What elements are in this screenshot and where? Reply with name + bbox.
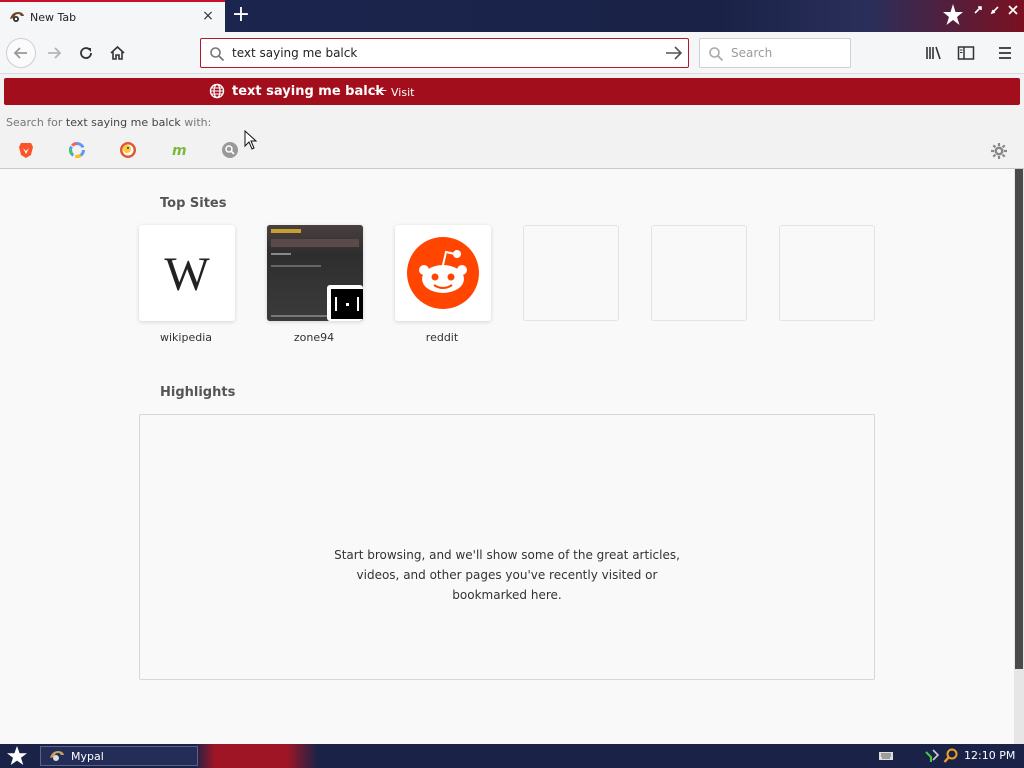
top-site-label: zone94: [293, 331, 335, 344]
home-icon: [109, 45, 125, 60]
mypal-favicon-icon: [9, 9, 25, 25]
taskbar-item-mypal[interactable]: Mypal: [40, 746, 198, 766]
taskbar-item-label: Mypal: [71, 749, 104, 763]
highlights-empty-state: Start browsing, and we'll show some of t…: [139, 414, 875, 680]
scrollbar-thumb[interactable]: [1015, 169, 1023, 669]
back-button[interactable]: [6, 38, 36, 68]
navigation-toolbar: [0, 32, 1024, 74]
search-settings-gear-icon[interactable]: [989, 141, 1009, 161]
library-button[interactable]: [922, 41, 946, 65]
url-autocomplete-popup: text saying me balck — Visit Search for …: [0, 74, 1024, 169]
go-arrow-icon[interactable]: [664, 44, 684, 62]
search-for-query: text saying me balck: [65, 116, 181, 129]
mojeek-icon[interactable]: m: [169, 140, 189, 160]
suggestion-row-selected[interactable]: text saying me balck — Visit: [4, 78, 1020, 105]
reload-button[interactable]: [72, 39, 100, 67]
reload-icon: [80, 47, 92, 59]
highlights-title: Highlights: [160, 385, 236, 400]
minimize-icon[interactable]: [971, 4, 985, 18]
keyboard-icon[interactable]: [878, 748, 894, 764]
search-tray-icon[interactable]: [943, 748, 959, 764]
maximize-icon[interactable]: [988, 4, 1002, 18]
top-site-tile-empty[interactable]: [651, 225, 747, 321]
tab-strip: New Tab × +: [0, 0, 1024, 32]
system-clock: 12:10 PM: [964, 749, 1016, 762]
svg-text:m: m: [172, 143, 187, 158]
back-arrow-icon: [13, 47, 27, 59]
suggestion-dash: —: [374, 83, 387, 98]
tab-new-tab[interactable]: New Tab ×: [0, 0, 225, 32]
search-icon: [709, 47, 724, 62]
top-sites-title: Top Sites: [160, 196, 227, 211]
zone94-favicon-icon: [327, 285, 363, 321]
sidebar-button[interactable]: [954, 41, 978, 65]
search-input[interactable]: [731, 39, 846, 67]
window-close-icon[interactable]: [1006, 4, 1020, 18]
search-for-prefix: Search for: [6, 116, 63, 129]
reddit-logo-icon: [407, 237, 479, 309]
top-site-tile-wikipedia[interactable]: W: [139, 225, 235, 321]
url-bar[interactable]: [200, 38, 689, 68]
network-icon[interactable]: [924, 748, 940, 764]
empty-message-line: videos, and other pages you've recently …: [356, 568, 658, 582]
top-site-tile-zone94[interactable]: [267, 225, 363, 321]
top-site-label: reddit: [425, 331, 459, 344]
suggestion-action: Visit: [391, 86, 415, 99]
star-logo-icon: [942, 3, 964, 27]
library-icon: [926, 46, 941, 60]
empty-message-line: bookmarked here.: [452, 588, 562, 602]
top-site-label: wikipedia: [159, 331, 212, 344]
new-tab-button[interactable]: +: [229, 4, 253, 28]
globe-icon: [209, 83, 225, 99]
suggestion-text: text saying me balck: [232, 84, 385, 99]
scrollbar[interactable]: [1014, 169, 1024, 744]
start-star-icon[interactable]: [5, 745, 29, 767]
sidebar-icon: [957, 46, 975, 60]
mypal-app-icon: [50, 751, 64, 761]
top-site-tile-empty[interactable]: [779, 225, 875, 321]
forward-button[interactable]: [40, 39, 68, 67]
tab-title: New Tab: [30, 10, 77, 24]
mouse-cursor-icon: [244, 130, 258, 150]
url-input[interactable]: [232, 39, 652, 67]
search-bar[interactable]: [699, 38, 851, 68]
forward-arrow-icon: [48, 47, 62, 59]
search-engine-icon[interactable]: [220, 140, 240, 160]
home-button[interactable]: [103, 39, 131, 67]
top-site-tile-empty[interactable]: [523, 225, 619, 321]
qwant-icon[interactable]: [67, 140, 87, 160]
highlights-empty-message: Start browsing, and we'll show some of t…: [140, 545, 874, 605]
search-for-suffix: with:: [184, 116, 212, 129]
brave-icon[interactable]: [16, 140, 36, 160]
top-site-tile-reddit[interactable]: [395, 225, 491, 321]
hamburger-menu-icon: [999, 47, 1011, 59]
empty-message-line: Start browsing, and we'll show some of t…: [334, 548, 680, 562]
search-icon: [210, 47, 225, 62]
wikipedia-logo: W: [164, 248, 210, 301]
duckduckgo-icon[interactable]: [118, 140, 138, 160]
menu-button[interactable]: [993, 41, 1017, 65]
search-for-label: Search for text saying me balck with:: [6, 116, 211, 129]
close-tab-icon[interactable]: ×: [201, 9, 215, 23]
taskbar: Mypal 12:10 PM: [0, 744, 1024, 768]
